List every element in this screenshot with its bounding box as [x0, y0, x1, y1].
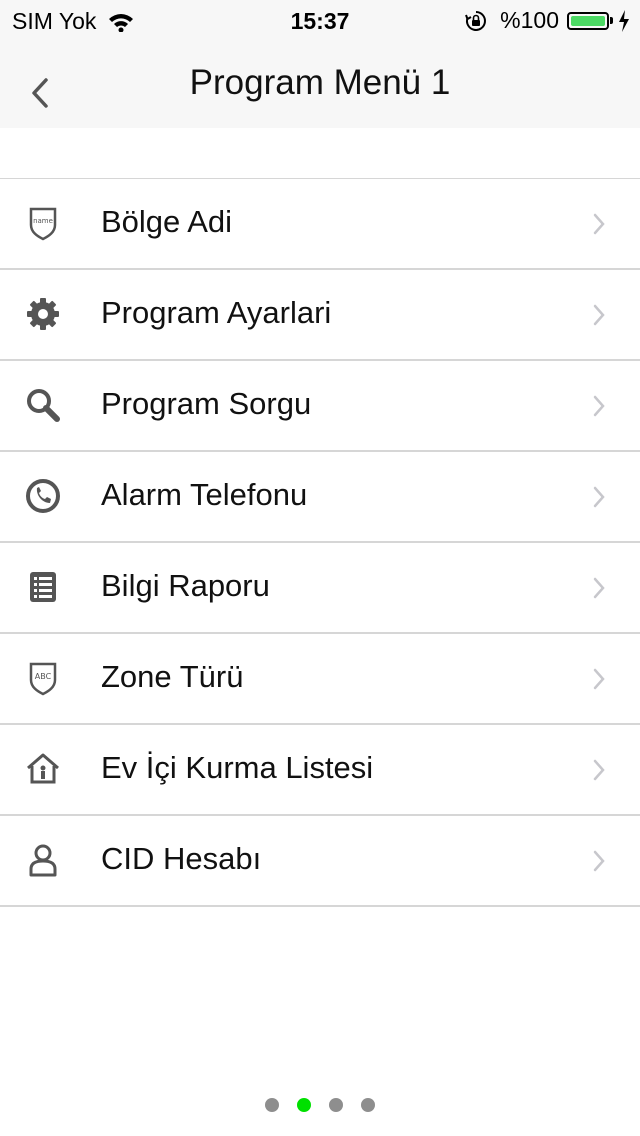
menu-item-label: Alarm Telefonu — [101, 477, 308, 512]
chevron-right-icon — [593, 486, 605, 508]
menu-item-cid-hesabi[interactable]: CID Hesabı — [0, 816, 640, 907]
menu-item-program-sorgu[interactable]: Program Sorgu — [0, 361, 640, 452]
search-icon — [27, 389, 60, 422]
menu-item-label: Ev İçi Kurma Listesi — [101, 750, 374, 785]
page-dot-1[interactable] — [265, 1098, 279, 1112]
page-dot-4[interactable] — [361, 1098, 375, 1112]
name-shield-icon: name — [29, 207, 57, 241]
navigation-bar: Program Menü 1 — [0, 40, 640, 128]
chevron-right-icon — [593, 850, 605, 872]
menu-item-bolge-adi[interactable]: name Bölge Adi — [0, 179, 640, 270]
menu-item-label: CID Hesabı — [101, 841, 262, 876]
menu-item-label: Bölge Adi — [101, 204, 232, 239]
status-right: %100 — [464, 7, 630, 34]
menu-item-program-ayarlari[interactable]: Program Ayarlari — [0, 270, 640, 361]
page-title: Program Menü 1 — [189, 63, 451, 102]
svg-text:name: name — [33, 217, 53, 225]
battery-icon — [567, 11, 613, 30]
rotation-lock-icon — [465, 10, 487, 31]
home-icon — [27, 753, 59, 784]
menu-item-zone-turu[interactable]: ABC Zone Türü — [0, 634, 640, 725]
status-bar: SIM Yok 15:37 %100 — [0, 0, 640, 40]
page-dot-3[interactable] — [329, 1098, 343, 1112]
gear-icon — [27, 298, 59, 330]
page-indicator — [0, 1098, 640, 1112]
chevron-right-icon — [593, 577, 605, 599]
menu-item-bilgi-raporu[interactable]: Bilgi Raporu — [0, 543, 640, 634]
menu-item-ev-ici-kurma-listesi[interactable]: Ev İçi Kurma Listesi — [0, 725, 640, 816]
menu-item-label: Bilgi Raporu — [101, 568, 270, 603]
menu-item-alarm-telefonu[interactable]: Alarm Telefonu — [0, 452, 640, 543]
battery-percentage: %100 — [500, 7, 559, 33]
charging-icon — [619, 9, 629, 32]
chevron-right-icon — [593, 304, 605, 326]
menu-item-label: Program Ayarlari — [101, 295, 332, 330]
menu-item-label: Program Sorgu — [101, 386, 312, 421]
chevron-right-icon — [593, 395, 605, 417]
person-icon — [29, 844, 57, 877]
svg-text:ABC: ABC — [35, 672, 52, 681]
phone-icon — [26, 479, 60, 513]
chevron-right-icon — [593, 668, 605, 690]
chevron-right-icon — [593, 213, 605, 235]
abc-shield-icon: ABC — [29, 662, 57, 696]
list-icon — [30, 572, 56, 602]
page-dot-2[interactable] — [297, 1098, 311, 1112]
menu-list: name Bölge Adi Program Ayarlari Program … — [0, 178, 640, 907]
menu-item-label: Zone Türü — [101, 659, 244, 694]
chevron-right-icon — [593, 759, 605, 781]
